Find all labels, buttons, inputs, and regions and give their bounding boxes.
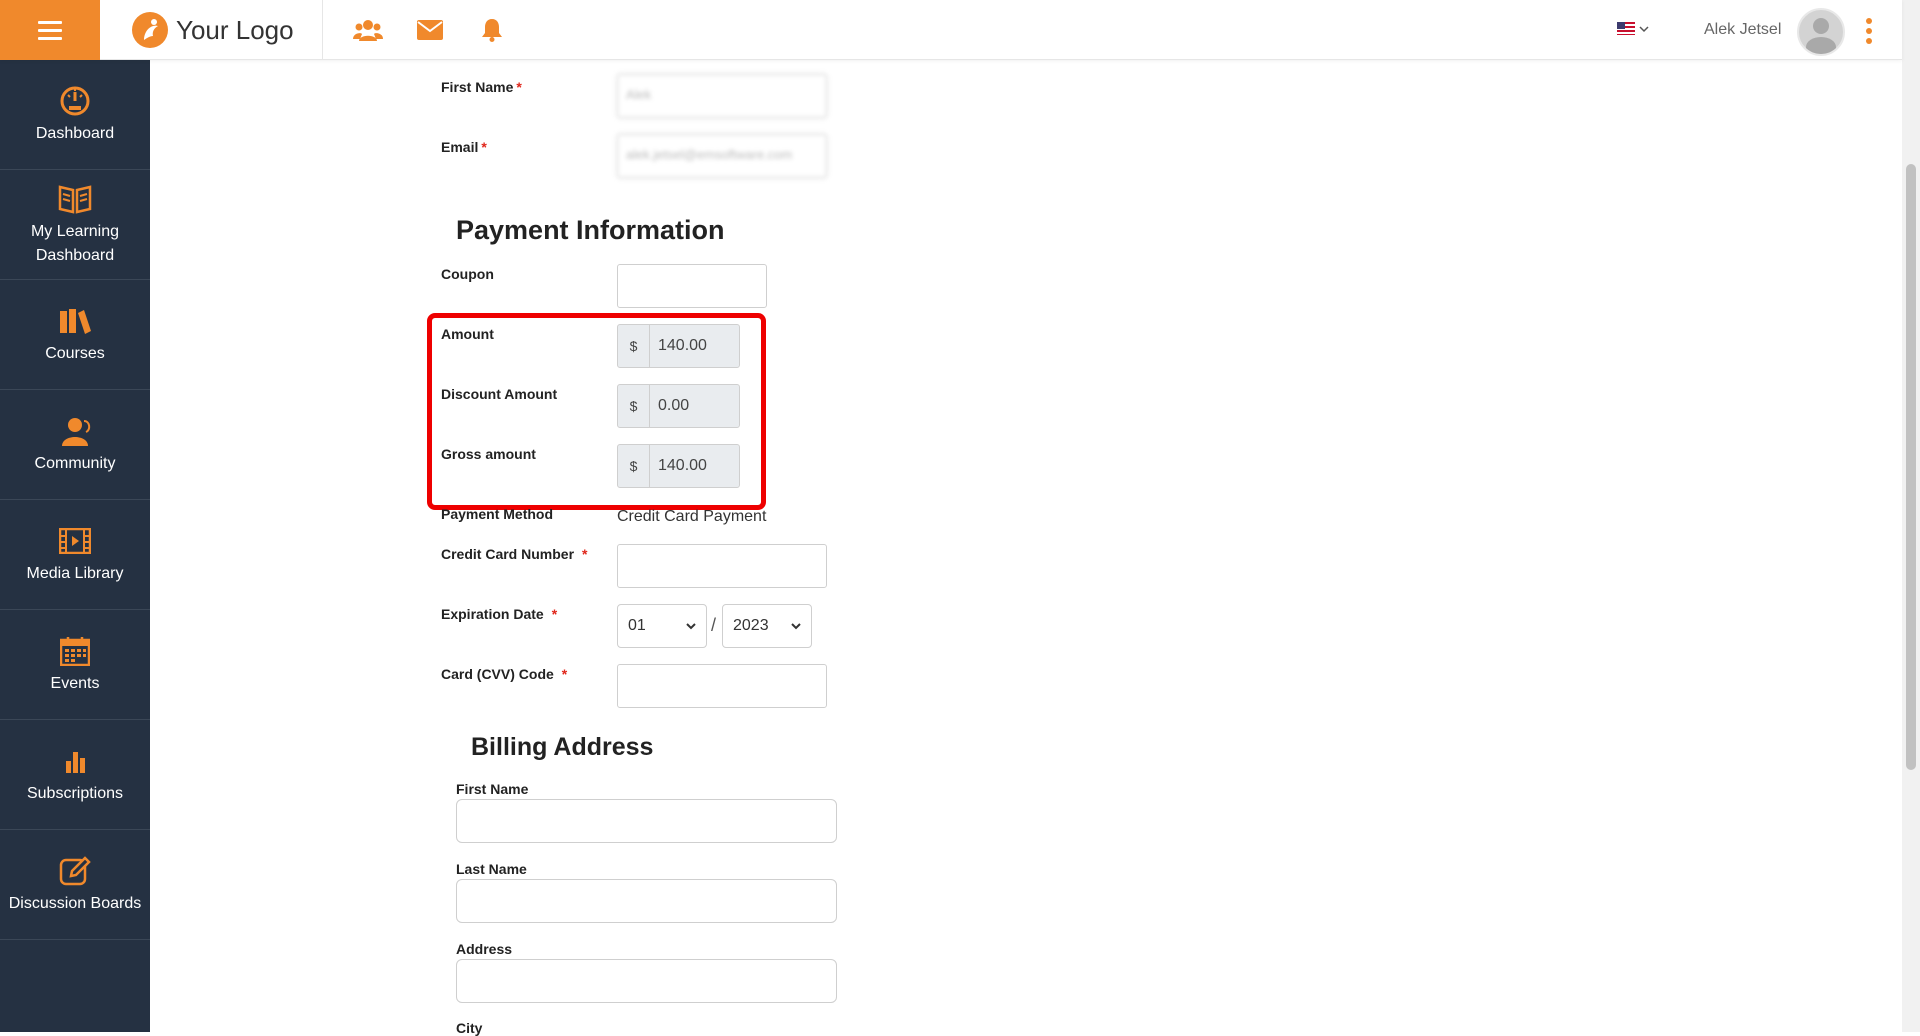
email-label: Email *	[441, 139, 487, 155]
sidebar-item-media-library[interactable]: Media Library	[0, 500, 150, 610]
currency-symbol: $	[618, 385, 650, 427]
currency-symbol: $	[618, 445, 650, 487]
user-name[interactable]: Alek Jetsel	[1704, 21, 1781, 39]
dashboard-gauge-icon	[58, 84, 92, 118]
coupon-label: Coupon	[441, 266, 494, 282]
logo-mark-icon	[132, 12, 168, 48]
gross-amount-field: $ 140.00	[617, 444, 740, 488]
sidebar-item-label: Subscriptions	[26, 784, 124, 802]
chevron-down-icon	[686, 623, 696, 630]
payment-method-value: Credit Card Payment	[617, 508, 767, 525]
gross-amount-label: Gross amount	[441, 446, 536, 462]
top-bar: Your Logo Alek Jetsel	[0, 0, 1902, 60]
sidebar-item-label: Discussion Boards	[8, 894, 142, 912]
payment-method-label: Payment Method	[441, 506, 554, 522]
menu-toggle-button[interactable]	[0, 0, 100, 60]
sidebar-item-courses[interactable]: Courses	[0, 280, 150, 390]
header-icons	[352, 14, 508, 46]
billing-address-heading: Billing Address	[471, 733, 654, 761]
sidebar-item-my-learning-dashboard[interactable]: My Learning Dashboard	[0, 170, 150, 280]
billing-address-label: Address	[456, 941, 513, 957]
billing-first-name-label: First Name	[456, 781, 529, 797]
page-scrollbar-thumb[interactable]	[1906, 164, 1916, 770]
billing-last-name-label: Last Name	[456, 861, 527, 877]
credit-card-number-input[interactable]	[617, 544, 827, 588]
bell-icon[interactable]	[476, 14, 508, 46]
expiration-month-value: 01	[628, 617, 646, 634]
billing-address-input[interactable]	[456, 959, 837, 1003]
first-name-label: First Name *	[441, 79, 522, 95]
payment-information-heading: Payment Information	[456, 215, 725, 245]
cvv-code-input[interactable]	[617, 664, 827, 708]
email-field[interactable]: alek.jetsel@emsoftware.com	[617, 134, 827, 178]
sidebar-item-label: Courses	[45, 344, 105, 362]
logo-text: Your Logo	[176, 14, 294, 45]
chevron-down-icon	[1639, 25, 1649, 32]
hamburger-icon	[38, 18, 62, 42]
users-icon	[58, 414, 92, 448]
amount-field: $ 140.00	[617, 324, 740, 368]
billing-first-name-input[interactable]	[456, 799, 837, 843]
chevron-down-icon	[791, 623, 801, 630]
coupon-input[interactable]	[617, 264, 767, 308]
discount-amount-value: 0.00	[658, 397, 690, 414]
billing-city-label: City	[456, 1020, 483, 1036]
sidebar-item-label: Community	[34, 454, 116, 472]
expiration-year-value: 2023	[733, 617, 769, 634]
expiration-month-select[interactable]: 01	[617, 604, 707, 648]
bar-chart-icon	[58, 744, 92, 778]
language-selector[interactable]	[1617, 22, 1649, 35]
sidebar-item-discussion-boards[interactable]: Discussion Boards	[0, 830, 150, 940]
groups-icon[interactable]	[352, 14, 384, 46]
sidebar-item-dashboard[interactable]: Dashboard	[0, 60, 150, 170]
calendar-icon	[58, 634, 92, 668]
film-icon	[58, 524, 92, 558]
header-divider	[322, 0, 323, 60]
amount-label: Amount	[441, 326, 494, 342]
us-flag-icon	[1617, 22, 1635, 35]
currency-symbol: $	[618, 325, 650, 367]
sidebar-item-label: Media Library	[26, 564, 124, 582]
sidebar-item-label: My Learning Dashboard	[30, 222, 120, 264]
sidebar-item-subscriptions[interactable]: Subscriptions	[0, 720, 150, 830]
expiration-separator: /	[711, 615, 717, 635]
amount-value: 140.00	[658, 337, 707, 354]
discount-amount-label: Discount Amount	[441, 386, 558, 402]
sidebar-item-label: Events	[50, 674, 100, 692]
expiration-date-label: Expiration Date *	[441, 606, 558, 622]
sidebar-item-community[interactable]: Community	[0, 390, 150, 500]
first-name-field[interactable]: Alek	[617, 74, 827, 118]
sidebar: Dashboard My Learning Dashboard Courses …	[0, 60, 150, 1032]
more-options-icon[interactable]	[1866, 18, 1872, 44]
open-book-icon	[58, 182, 92, 216]
logo[interactable]: Your Logo	[130, 9, 294, 51]
sidebar-item-label: Dashboard	[35, 124, 115, 142]
cvv-code-label: Card (CVV) Code *	[441, 666, 568, 682]
sidebar-item-events[interactable]: Events	[0, 610, 150, 720]
gross-amount-value: 140.00	[658, 457, 707, 474]
discount-amount-field: $ 0.00	[617, 384, 740, 428]
mail-icon[interactable]	[414, 14, 446, 46]
edit-icon	[58, 854, 92, 888]
books-icon	[58, 304, 92, 338]
billing-last-name-input[interactable]	[456, 879, 837, 923]
credit-card-number-label: Credit Card Number *	[441, 546, 588, 562]
expiration-year-select[interactable]: 2023	[722, 604, 812, 648]
avatar[interactable]	[1797, 8, 1845, 56]
